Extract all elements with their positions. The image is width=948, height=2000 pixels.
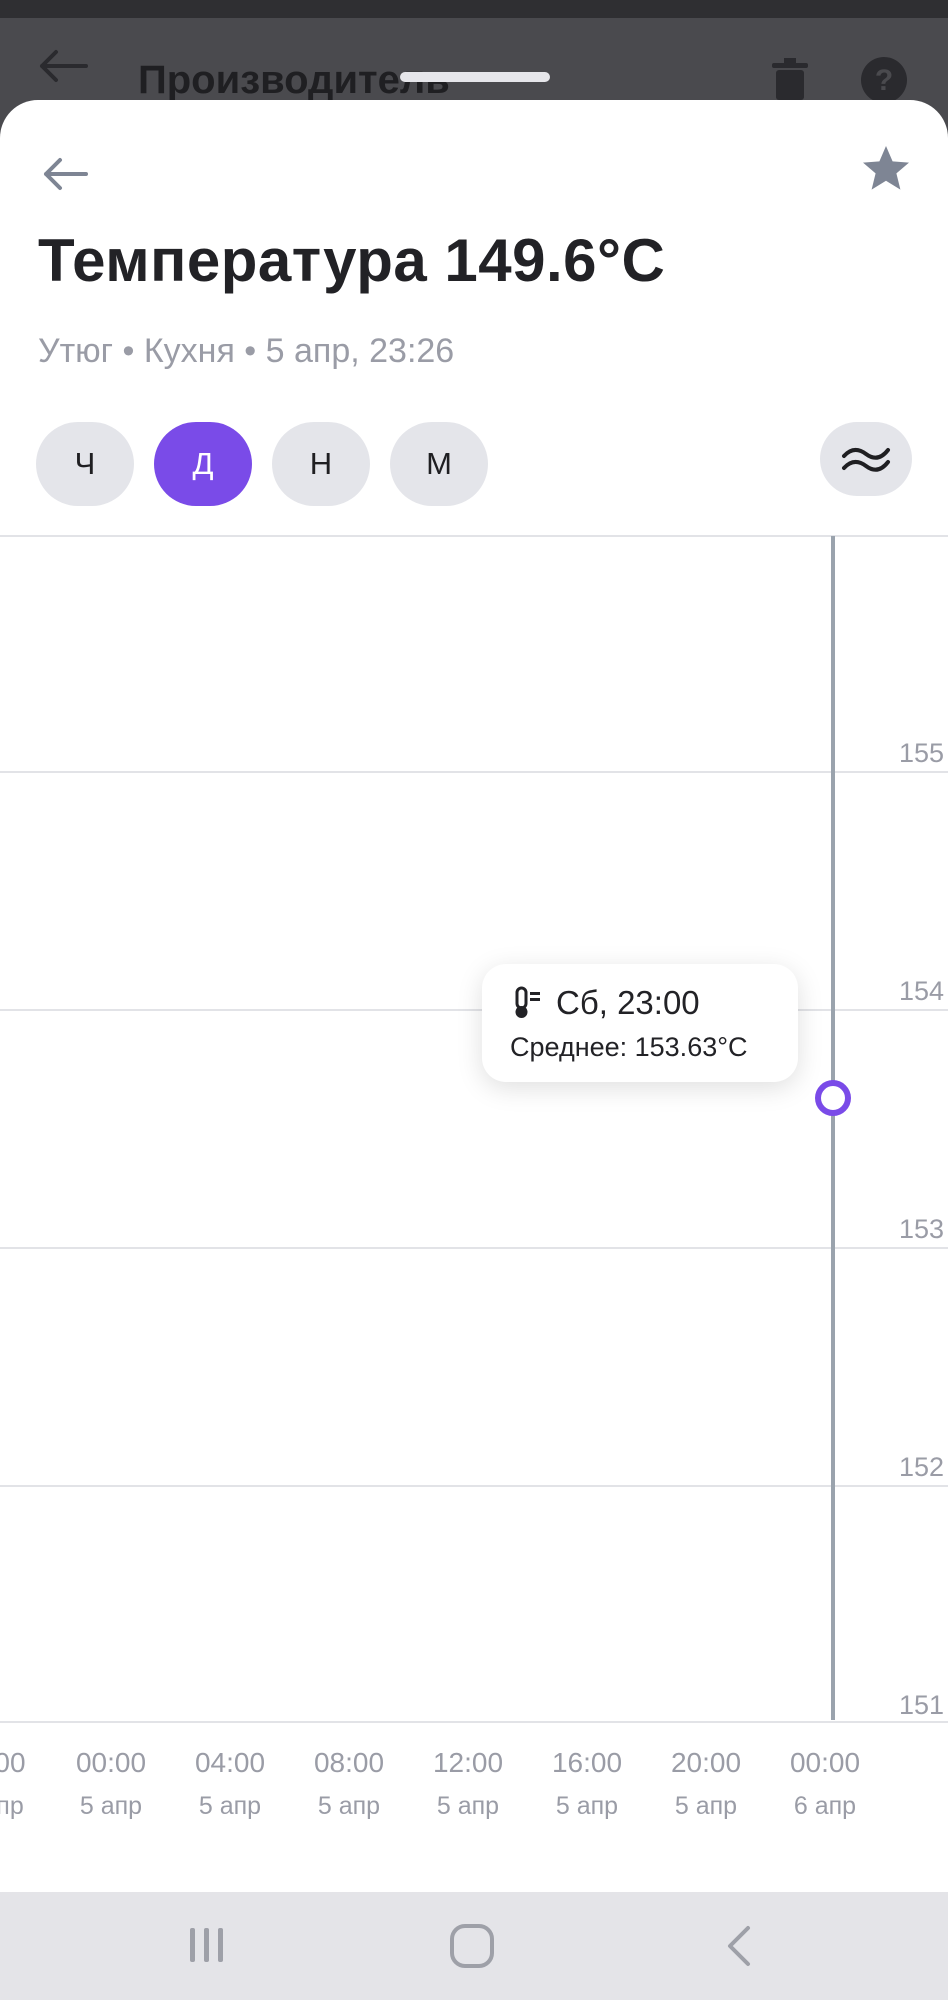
x-tick-date: 5 апр	[80, 1792, 142, 1820]
thermometer-icon	[510, 986, 544, 1025]
recent-apps-icon[interactable]	[184, 1922, 230, 1973]
svg-text:?: ?	[875, 64, 893, 97]
x-tick-time: 20:00	[671, 1747, 741, 1778]
back-nav-icon[interactable]	[720, 1922, 760, 1975]
temperature-chart[interactable]: 155 154 153 152 151 00 пр 00:00 5 апр 04:00 5 апр 0…	[0, 100, 948, 1892]
x-tick-date: пр	[0, 1792, 24, 1820]
x-tick-time: 04:00	[195, 1747, 265, 1778]
tooltip-average: Среднее: 153.63°C	[510, 1032, 748, 1062]
x-tick-time: 12:00	[433, 1747, 503, 1778]
tooltip-time: Сб, 23:00	[556, 984, 700, 1021]
data-point	[815, 1080, 851, 1117]
y-tick-label: 155	[899, 738, 944, 768]
x-tick-time: 16:00	[552, 1747, 622, 1778]
x-tick-date: 5 апр	[199, 1792, 261, 1820]
system-navigation-bar	[0, 1892, 948, 2000]
x-tick-date: 5 апр	[675, 1792, 737, 1820]
x-tick-date: 6 апр	[794, 1792, 856, 1820]
x-tick-time: 00:00	[790, 1747, 860, 1778]
y-tick-label: 153	[899, 1214, 944, 1244]
x-tick-date: 5 апр	[556, 1792, 618, 1820]
y-tick-label: 151	[899, 1690, 944, 1720]
x-tick-date: 5 апр	[437, 1792, 499, 1820]
status-bar	[0, 0, 948, 18]
background-back-arrow-icon[interactable]	[36, 48, 90, 89]
y-tick-label: 152	[899, 1452, 944, 1482]
home-icon[interactable]	[448, 1922, 496, 1975]
x-tick-time: 00	[0, 1747, 26, 1778]
y-tick-label: 154	[899, 976, 944, 1006]
x-tick-time: 08:00	[314, 1747, 384, 1778]
chart-tooltip: Сб, 23:00 Среднее: 153.63°C	[482, 964, 798, 1082]
x-tick-time: 00:00	[76, 1747, 146, 1778]
x-tick-date: 5 апр	[318, 1792, 380, 1820]
sheet-drag-handle[interactable]	[400, 72, 550, 82]
chart-sheet: Температура 149.6°C Утюг • Кухня • 5 апр…	[0, 100, 948, 1892]
